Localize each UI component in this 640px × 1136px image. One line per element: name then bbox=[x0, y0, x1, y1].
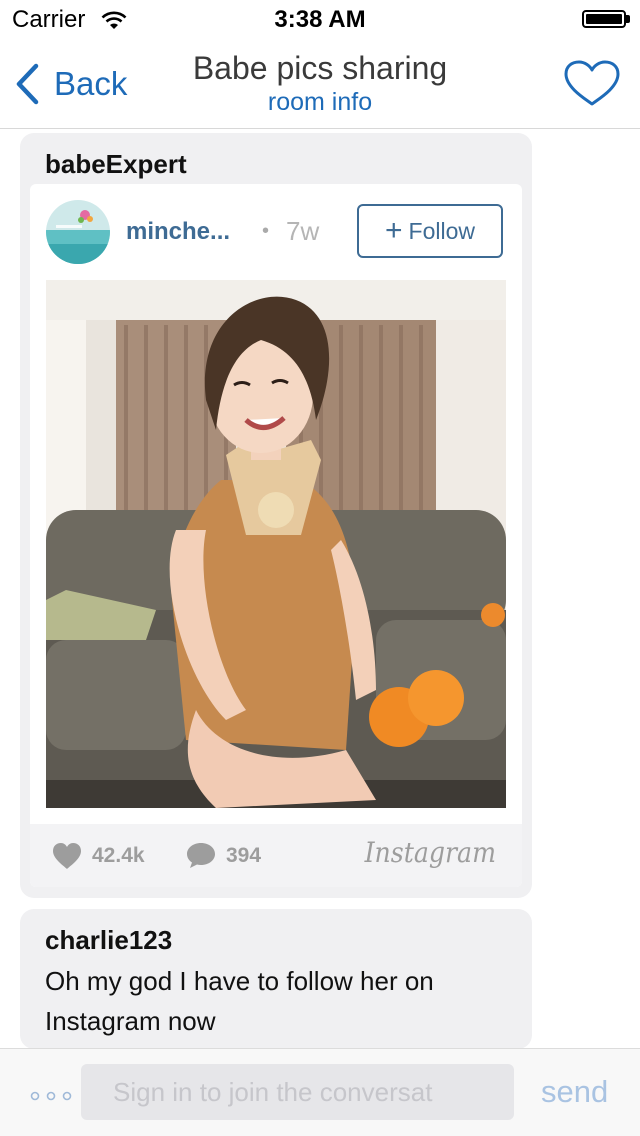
separator-dot: • bbox=[262, 220, 270, 242]
composer-bar: send bbox=[0, 1048, 640, 1136]
nav-bar: Back Babe pics sharing room info bbox=[0, 40, 640, 129]
message-input[interactable] bbox=[81, 1064, 514, 1120]
message-bubble: charlie123 Oh my god I have to follow he… bbox=[20, 909, 532, 1049]
instagram-username[interactable]: minche... bbox=[126, 218, 230, 246]
comments-count: 394 bbox=[226, 844, 262, 867]
instagram-embed-card[interactable]: minche... • 7w + Follow 42.4k 394 Instag… bbox=[30, 184, 522, 887]
instagram-avatar[interactable] bbox=[46, 200, 110, 264]
instagram-photo[interactable] bbox=[46, 280, 506, 808]
instagram-footer: 42.4k 394 Instagram bbox=[30, 824, 522, 887]
comment-icon[interactable] bbox=[185, 841, 217, 869]
heart-icon[interactable] bbox=[52, 842, 82, 870]
plus-icon: + bbox=[385, 214, 403, 247]
room-info-link[interactable]: room info bbox=[0, 88, 640, 117]
room-title: Babe pics sharing bbox=[192, 50, 448, 86]
message-text: Oh my god I have to follow her on Instag… bbox=[45, 966, 434, 1036]
heart-outline-icon[interactable] bbox=[563, 60, 621, 108]
status-bar: Carrier 3:38 AM bbox=[0, 0, 640, 40]
message-sender[interactable]: charlie123 bbox=[45, 925, 172, 956]
post-age: 7w bbox=[286, 216, 320, 246]
battery-tip bbox=[626, 15, 630, 23]
message-bubble: babeExpert minche... • 7w + Follow 42.4k… bbox=[20, 133, 532, 898]
more-dots-icon[interactable] bbox=[30, 1091, 74, 1101]
status-time: 3:38 AM bbox=[274, 6, 366, 33]
battery-icon bbox=[582, 10, 626, 28]
likes-count: 42.4k bbox=[92, 844, 145, 867]
follow-label: Follow bbox=[408, 217, 475, 244]
send-button[interactable]: send bbox=[541, 1074, 608, 1110]
follow-button[interactable]: + Follow bbox=[357, 204, 503, 258]
instagram-logo: Instagram bbox=[364, 836, 496, 869]
message-sender[interactable]: babeExpert bbox=[45, 149, 187, 180]
